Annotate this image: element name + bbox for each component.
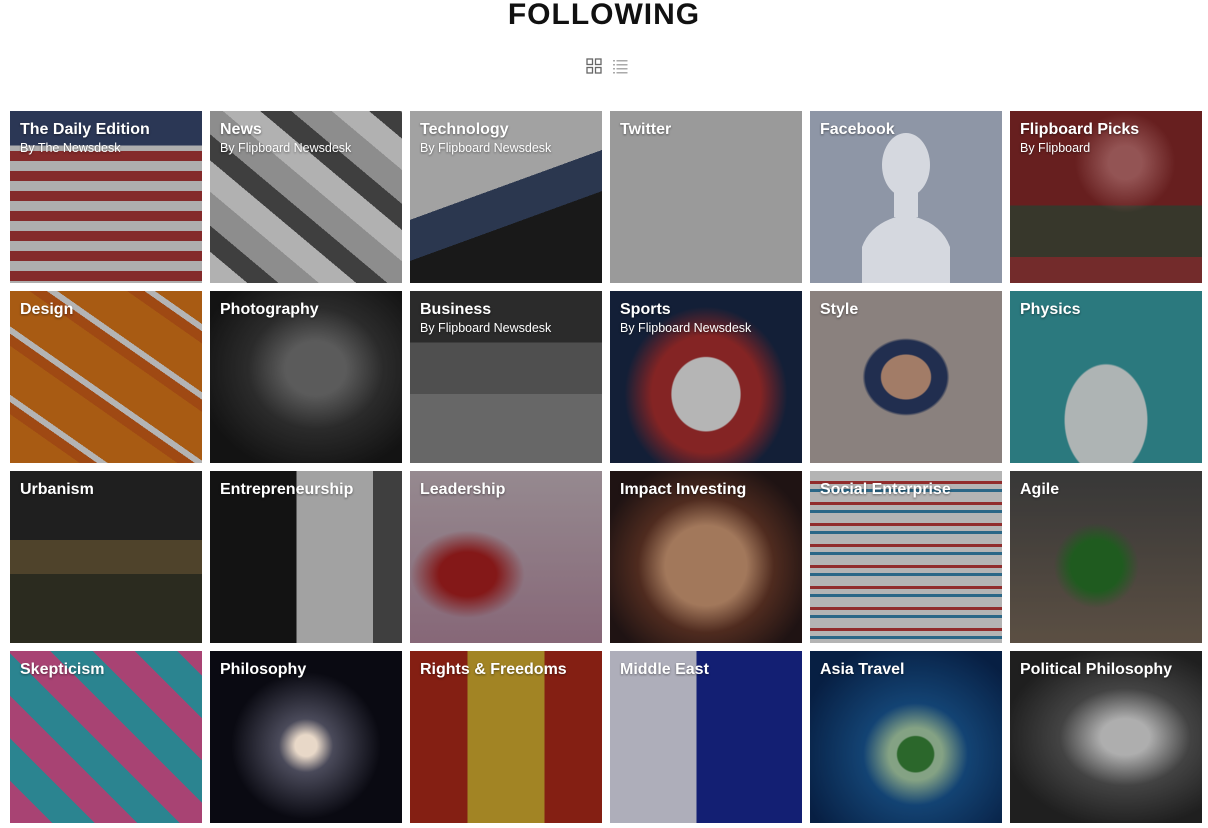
page-title: FOLLOWING xyxy=(507,0,701,31)
tile-rights-freedoms[interactable]: Rights & Freedoms xyxy=(410,651,602,823)
tile-middle-east[interactable]: Middle East xyxy=(610,651,802,823)
tile-title: Impact Investing xyxy=(620,481,747,498)
tile-title: Twitter xyxy=(620,121,672,138)
tile-title: Entrepreneurship xyxy=(220,481,354,498)
tile-style[interactable]: Style xyxy=(810,291,1002,463)
tile-social-enterprise[interactable]: Social Enterprise xyxy=(810,471,1002,643)
tile-entrepreneurship[interactable]: Entrepreneurship xyxy=(210,471,402,643)
tile-title: Political Philosophy xyxy=(1020,661,1173,678)
tile-title: Photography xyxy=(220,301,319,318)
tile-twitter[interactable]: Twitter xyxy=(610,111,802,283)
tile-skepticism[interactable]: Skepticism xyxy=(10,651,202,823)
tile-author: By The Newsdesk xyxy=(20,141,121,155)
tile-physics[interactable]: Physics xyxy=(1010,291,1202,463)
tile-agile[interactable]: Agile xyxy=(1010,471,1202,643)
tile-title: Technology xyxy=(420,121,509,138)
tile-urbanism[interactable]: Urbanism xyxy=(10,471,202,643)
tile-title: Leadership xyxy=(420,481,506,498)
tile-photography[interactable]: Photography xyxy=(210,291,402,463)
tile-title: Asia Travel xyxy=(820,661,905,678)
tile-title: Rights & Freedoms xyxy=(420,661,567,678)
tile-philosophy[interactable]: Philosophy xyxy=(210,651,402,823)
tile-title: Agile xyxy=(1020,481,1060,498)
grid-view-icon[interactable] xyxy=(586,58,602,74)
tile-title: News xyxy=(220,121,262,138)
tile-asia-travel[interactable]: Asia Travel xyxy=(810,651,1002,823)
tile-title: Skepticism xyxy=(20,661,105,678)
tile-title: Physics xyxy=(1020,301,1081,318)
following-grid: The Daily Edition By The Newsdesk News By … xyxy=(10,111,1202,823)
tile-facebook[interactable]: Facebook xyxy=(810,111,1002,283)
tile-title: Social Enterprise xyxy=(820,481,951,498)
tile-design[interactable]: Design xyxy=(10,291,202,463)
tile-title: Sports xyxy=(620,301,671,318)
tile-title: Facebook xyxy=(820,121,895,138)
view-toggle xyxy=(586,58,628,74)
tile-technology[interactable]: Technology By Flipboard Newsdesk xyxy=(410,111,602,283)
tile-title: Middle East xyxy=(620,661,709,678)
tile-title: Design xyxy=(20,301,74,318)
tile-author: By Flipboard Newsdesk xyxy=(620,321,752,335)
profile-silhouette-icon xyxy=(862,133,950,283)
tile-flipboard-picks[interactable]: Flipboard Picks By Flipboard xyxy=(1010,111,1202,283)
tile-leadership[interactable]: Leadership xyxy=(410,471,602,643)
tile-the-daily-edition[interactable]: The Daily Edition By The Newsdesk xyxy=(10,111,202,283)
tile-title: Style xyxy=(820,301,859,318)
tile-political-philosophy[interactable]: Political Philosophy xyxy=(1010,651,1202,823)
tile-title: Philosophy xyxy=(220,661,307,678)
tile-business[interactable]: Business By Flipboard Newsdesk xyxy=(410,291,602,463)
tile-title: Urbanism xyxy=(20,481,94,498)
tile-author: By Flipboard Newsdesk xyxy=(420,321,552,335)
tile-author: By Flipboard Newsdesk xyxy=(220,141,352,155)
tile-news[interactable]: News By Flipboard Newsdesk xyxy=(210,111,402,283)
tile-title: The Daily Edition xyxy=(20,121,150,138)
tile-sports[interactable]: Sports By Flipboard Newsdesk xyxy=(610,291,802,463)
tile-impact-investing[interactable]: Impact Investing xyxy=(610,471,802,643)
tile-author: By Flipboard xyxy=(1020,141,1091,155)
tile-title: Flipboard Picks xyxy=(1020,121,1140,138)
list-view-icon[interactable] xyxy=(612,58,628,74)
tile-title: Business xyxy=(420,301,492,318)
tile-author: By Flipboard Newsdesk xyxy=(420,141,552,155)
